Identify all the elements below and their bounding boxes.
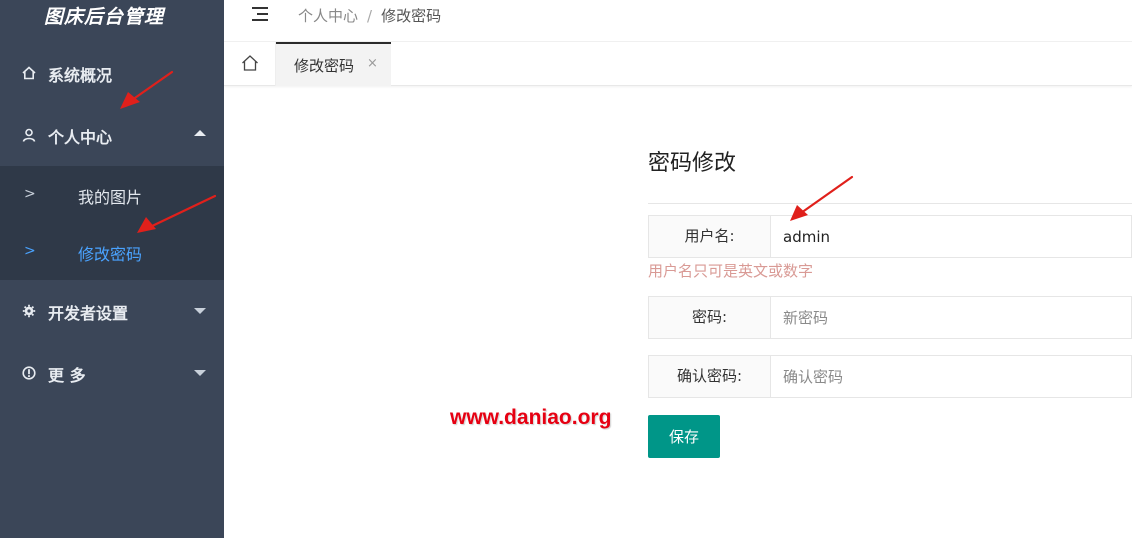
submenu-item-label: 修改密码 [78, 245, 143, 264]
sidebar-item-label: 开发者设置 [48, 304, 129, 323]
tab-label: 修改密码 [294, 57, 355, 75]
app-title: 图床后台管理 [44, 6, 165, 28]
home-icon [242, 55, 258, 71]
caret-up-icon [194, 130, 206, 136]
form-divider [648, 203, 1132, 204]
user-icon [22, 128, 36, 142]
username-row: 用户名: [648, 215, 1132, 258]
sidebar-item-more[interactable]: 更 多 [0, 342, 224, 404]
menu-toggle-icon[interactable] [252, 6, 272, 24]
password-input[interactable] [771, 297, 1131, 338]
sidebar-item-developer-settings[interactable]: 开发者设置 [0, 280, 224, 342]
confirm-password-row: 确认密码: [648, 355, 1132, 398]
top-bar: 个人中心 / 修改密码 [224, 0, 1132, 42]
sidebar-item-overview[interactable]: 系统概况 [0, 42, 224, 104]
home-icon [22, 66, 36, 80]
username-label: 用户名: [649, 216, 771, 257]
breadcrumb-current: 修改密码 [381, 7, 442, 25]
confirm-password-label: 确认密码: [649, 356, 771, 397]
page-title: 密码修改 [648, 151, 737, 176]
sidebar-item-personal-center[interactable]: 个人中心 [0, 104, 224, 166]
save-button[interactable]: 保存 [648, 415, 720, 458]
breadcrumb: 个人中心 / 修改密码 [298, 5, 441, 26]
watermark: www.daniao.org [450, 406, 612, 429]
password-row: 密码: [648, 296, 1132, 339]
home-tab[interactable] [224, 42, 276, 86]
confirm-password-input[interactable] [771, 356, 1131, 397]
caret-down-icon [194, 370, 206, 376]
sidebar-submenu: > 我的图片 > 修改密码 [0, 166, 224, 280]
info-icon [22, 366, 36, 380]
username-input[interactable] [771, 216, 1131, 257]
chevron-right-icon: > [24, 186, 36, 202]
breadcrumb-separator: / [367, 7, 373, 25]
password-label: 密码: [649, 297, 771, 338]
sidebar-item-label: 个人中心 [48, 128, 113, 147]
submenu-item-label: 我的图片 [78, 188, 143, 207]
sidebar-item-label: 更 多 [48, 366, 86, 385]
sidebar-item-label: 系统概况 [48, 66, 113, 85]
username-hint: 用户名只可是英文或数字 [648, 262, 814, 280]
submenu-item-my-images[interactable]: > 我的图片 [0, 166, 224, 223]
tab-bar: 修改密码 × [224, 42, 1132, 86]
sidebar: 图床后台管理 系统概况 个人中心 > 我的图片 > 修改密码 开发者设置 更 多 [0, 0, 224, 538]
caret-down-icon [194, 308, 206, 314]
submenu-item-change-password[interactable]: > 修改密码 [0, 223, 224, 280]
gear-icon [22, 304, 36, 318]
breadcrumb-parent[interactable]: 个人中心 [298, 7, 358, 25]
close-icon[interactable]: × [367, 56, 378, 71]
app-logo: 图床后台管理 [0, 0, 224, 42]
tab-change-password[interactable]: 修改密码 × [276, 42, 391, 86]
chevron-right-icon: > [24, 243, 36, 259]
